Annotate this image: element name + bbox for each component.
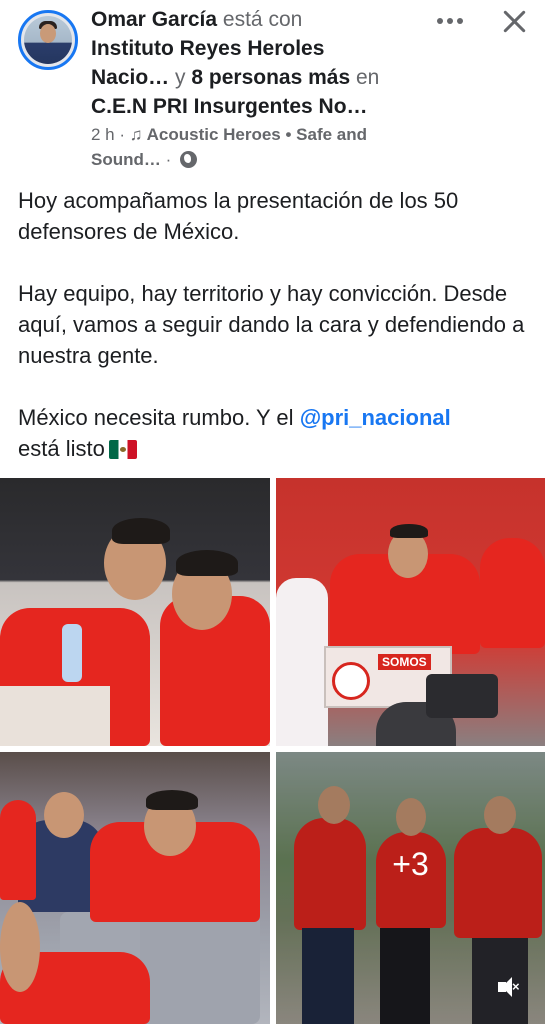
media-grid: SOMOS +3 × [0,478,545,1024]
post-header-text: Omar García está con Instituto Reyes Her… [91,5,421,121]
dot-icon [437,18,443,24]
song-link[interactable]: Acoustic Heroes • Safe and [147,125,367,144]
with-text: está con [222,8,303,31]
post-header: Omar García está con Instituto Reyes Her… [0,0,545,180]
pri-logo-icon [332,662,370,700]
post-paragraph: México necesita rumbo. Y el @pri_naciona… [18,402,528,464]
post-text: México necesita rumbo. Y el [18,405,294,430]
author-avatar[interactable] [18,10,78,70]
music-note-icon: ♫ [129,125,143,144]
in-text: en [355,66,380,89]
post-body: Hoy acompañamos la presentación de los 5… [18,185,528,464]
podium-text: SOMOS [378,654,431,670]
photo-4[interactable]: +3 × [276,752,545,1024]
mention-link[interactable]: @pri_nacional [300,405,451,430]
song-link-cont[interactable]: Sound… [91,150,161,169]
post-text: está listo [18,436,105,461]
close-button[interactable] [497,4,533,40]
location-link[interactable]: C.E.N PRI Insurgentes No… [91,95,368,118]
photo-3[interactable] [0,752,270,1024]
dot-icon [457,18,463,24]
and-text: y [175,66,186,89]
post-paragraph: Hay equipo, hay territorio y hay convicc… [18,281,525,368]
author-name[interactable]: Omar García [91,8,217,31]
tagged-page-name-cont[interactable]: Nacio… [91,66,169,89]
tagged-others-link[interactable]: 8 personas más [191,66,350,89]
post-meta: 2 h · ♫ Acoustic Heroes • Safe and Sound… [91,125,368,169]
more-options-button[interactable] [430,8,470,34]
photo-1[interactable] [0,478,270,746]
photo-2[interactable]: SOMOS [276,478,545,746]
speaker-muted-icon[interactable]: × [495,974,523,1000]
globe-icon [180,151,198,168]
dot-icon [447,18,453,24]
post-time[interactable]: 2 h [91,125,115,144]
more-photos-count: +3 [392,845,429,882]
tagged-page-name[interactable]: Instituto Reyes Heroles [91,37,324,60]
post-paragraph: Hoy acompañamos la presentación de los 5… [18,188,459,244]
mexico-flag-icon [108,440,137,459]
